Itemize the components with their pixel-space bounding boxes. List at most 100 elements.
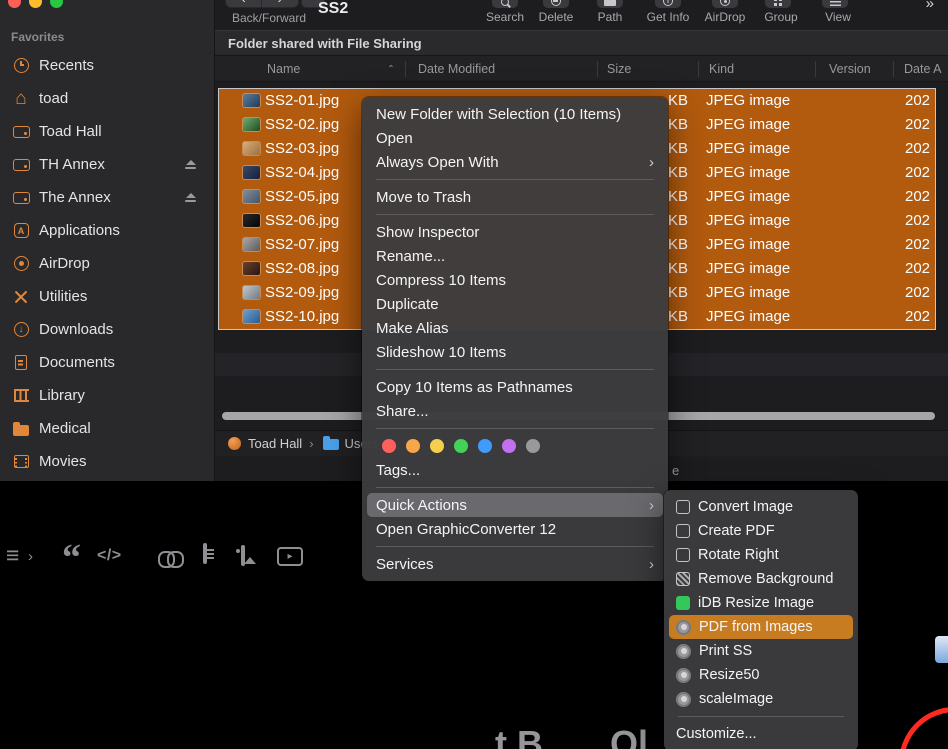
column-header-date-added[interactable]: Date A — [904, 62, 942, 76]
video-insert-icon[interactable]: ▸ — [277, 547, 303, 566]
submenu-item-idb-resize-image[interactable]: iDB Resize Image — [664, 591, 858, 615]
minimize-window-button[interactable] — [29, 0, 42, 8]
toolbar-path-button[interactable]: Path — [578, 0, 642, 24]
column-divider[interactable] — [893, 61, 894, 77]
library-icon — [10, 389, 32, 402]
blockquote-icon[interactable]: “ — [62, 536, 81, 580]
sidebar-item-label: Toad Hall — [39, 123, 102, 140]
menu-separator — [376, 546, 654, 547]
document-insert-icon[interactable] — [203, 543, 207, 564]
sidebar-item-movies[interactable]: Movies — [0, 445, 214, 478]
submenu-item-rotate-right[interactable]: Rotate Right — [664, 543, 858, 567]
sidebar-item-recents[interactable]: Recents — [0, 49, 214, 82]
chevron-right-icon[interactable]: › — [28, 548, 33, 565]
sidebar-item-toad-hall[interactable]: Toad Hall — [0, 115, 214, 148]
menu-item-copy-pathnames[interactable]: Copy 10 Items as Pathnames — [362, 375, 668, 399]
eject-icon[interactable] — [185, 160, 196, 169]
back-button[interactable]: ‹ — [225, 0, 262, 8]
toolbar-overflow-chevron[interactable]: » — [926, 0, 934, 12]
menu-item-show-inspector[interactable]: Show Inspector — [362, 220, 668, 244]
submenu-item-scaleimage[interactable]: scaleImage — [664, 687, 858, 711]
tag-color-dot[interactable] — [478, 439, 492, 453]
zoom-window-button[interactable] — [50, 0, 63, 8]
partial-status-text: e — [672, 463, 680, 478]
menu-item-open[interactable]: Open — [362, 126, 668, 150]
tag-color-dot[interactable] — [526, 439, 540, 453]
sidebar-item-label: The Annex — [39, 189, 111, 206]
submenu-item-convert-image[interactable]: Convert Image — [664, 495, 858, 519]
submenu-item-customize[interactable]: Customize... — [664, 722, 858, 746]
path-icon — [597, 0, 623, 8]
file-kind: JPEG image — [706, 260, 791, 277]
menu-item-slideshow[interactable]: Slideshow 10 Items — [362, 340, 668, 364]
home-icon: ⌂ — [15, 88, 27, 109]
sidebar-item-documents[interactable]: Documents — [0, 346, 214, 379]
toolbar-view-button[interactable]: ˇ View — [806, 0, 870, 24]
menu-item-compress[interactable]: Compress 10 Items — [362, 268, 668, 292]
file-size: KB — [668, 92, 689, 109]
submenu-item-pdf-from-images[interactable]: PDF from Images — [669, 615, 853, 639]
submenu-item-remove-background[interactable]: Remove Background — [664, 567, 858, 591]
column-header-size[interactable]: Size — [607, 62, 631, 76]
menu-item-move-to-trash[interactable]: Move to Trash — [362, 185, 668, 209]
delete-icon — [543, 0, 569, 8]
drive-icon — [10, 125, 32, 138]
sort-ascending-icon: ˆ — [389, 63, 393, 77]
menu-item-services[interactable]: Services › — [362, 552, 668, 576]
sidebar-item-utilities[interactable]: Utilities — [0, 280, 214, 313]
desktop-screen: Favorites Recents ⌂ toad Toad Hall TH An… — [0, 0, 948, 749]
forward-button[interactable]: › — [262, 0, 299, 8]
column-divider[interactable] — [698, 61, 699, 77]
sidebar-item-the-annex[interactable]: The Annex — [0, 181, 214, 214]
tag-color-dot[interactable] — [406, 439, 420, 453]
code-icon[interactable]: </> — [97, 547, 122, 565]
toolbar-get-info-button[interactable]: i Get Info — [636, 0, 700, 24]
sidebar-item-toad[interactable]: ⌂ toad — [0, 82, 214, 115]
shared-folder-banner-text: Folder shared with File Sharing — [228, 35, 422, 51]
eject-icon[interactable] — [185, 193, 196, 202]
column-header-name[interactable]: Name — [267, 62, 300, 76]
tag-color-dot[interactable] — [382, 439, 396, 453]
column-header-date-modified[interactable]: Date Modified — [418, 62, 495, 76]
column-header-version[interactable]: Version — [829, 62, 871, 76]
submenu-item-resize50[interactable]: Resize50 — [664, 663, 858, 687]
column-divider[interactable] — [597, 61, 598, 77]
sidebar-item-th-annex[interactable]: TH Annex — [0, 148, 214, 181]
toolbar-group-button[interactable]: ˇ Group — [749, 0, 813, 24]
file-size: KB — [668, 164, 689, 181]
file-name: SS2-02.jpg — [265, 116, 340, 133]
sidebar-item-downloads[interactable]: ↓ Downloads — [0, 313, 214, 346]
sidebar-item-applications[interactable]: A Applications — [0, 214, 214, 247]
sidebar-item-medical[interactable]: Medical — [0, 412, 214, 445]
menu-item-always-open-with[interactable]: Always Open With › — [362, 150, 668, 174]
sidebar-item-airdrop[interactable]: AirDrop — [0, 247, 214, 280]
close-window-button[interactable] — [8, 0, 21, 8]
menu-item-quick-actions[interactable]: Quick Actions › — [367, 493, 663, 517]
image-insert-icon[interactable] — [241, 545, 245, 566]
tag-color-dot[interactable] — [430, 439, 444, 453]
jpeg-thumbnail-icon — [243, 310, 260, 323]
column-divider[interactable] — [815, 61, 816, 77]
sidebar-toggle-icon[interactable]: ≡ — [6, 542, 19, 569]
file-size: KB — [668, 284, 689, 301]
back-forward-label: Back/Forward — [232, 11, 307, 25]
menu-item-make-alias[interactable]: Make Alias — [362, 316, 668, 340]
tag-color-dot[interactable] — [502, 439, 516, 453]
column-divider[interactable] — [405, 61, 406, 77]
sidebar-item-library[interactable]: Library — [0, 379, 214, 412]
column-header-kind[interactable]: Kind — [709, 62, 734, 76]
toolbar-airdrop-button[interactable]: AirDrop — [693, 0, 757, 24]
tag-color-dot[interactable] — [454, 439, 468, 453]
submenu-item-print-ss[interactable]: Print SS — [664, 639, 858, 663]
menu-item-new-folder-with-selection[interactable]: New Folder with Selection (10 Items) — [362, 102, 668, 126]
menu-item-tags[interactable]: Tags... — [362, 458, 668, 482]
path-item-volume[interactable]: Toad Hall — [248, 436, 302, 451]
file-name: SS2-10.jpg — [265, 308, 340, 325]
file-size: KB — [668, 212, 689, 229]
menu-item-share[interactable]: Share... — [362, 399, 668, 423]
submenu-item-create-pdf[interactable]: Create PDF — [664, 519, 858, 543]
menu-item-open-graphicconverter[interactable]: Open GraphicConverter 12 — [362, 517, 668, 541]
menu-item-duplicate[interactable]: Duplicate — [362, 292, 668, 316]
menu-item-rename[interactable]: Rename... — [362, 244, 668, 268]
submenu-chevron-icon: › — [649, 496, 654, 514]
